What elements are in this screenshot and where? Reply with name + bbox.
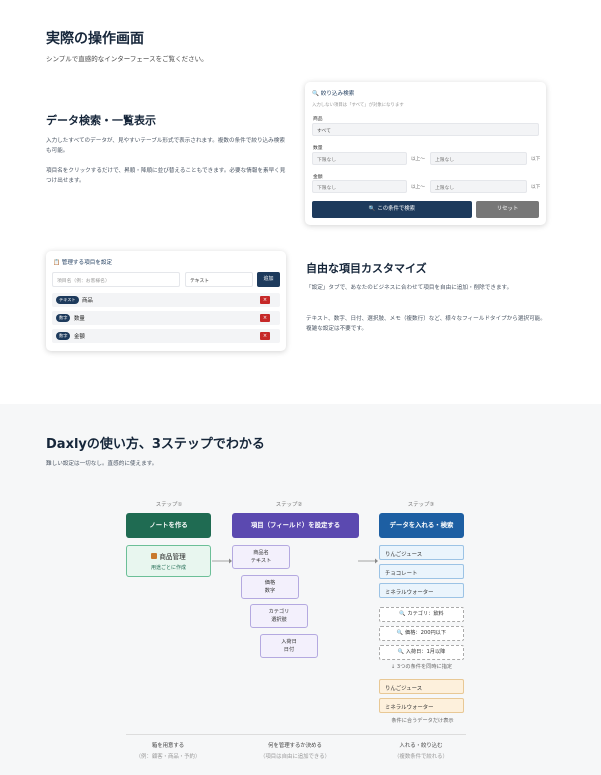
filter-card-note: 入力しない項目は「すべて」が対象になります — [312, 103, 404, 108]
field-row-name: 商品 — [82, 298, 93, 304]
page-subtitle: シンプルで直感的なインターフェースをご覧ください。 — [46, 55, 208, 63]
result-item: ミネラルウォーター — [379, 698, 464, 713]
field-type-badge: テキスト — [56, 296, 79, 304]
note-card: 商品管理 用途ごとに作成 — [126, 545, 211, 577]
field-name: 入荷日 — [281, 639, 297, 645]
field-name: 商品名 — [253, 550, 269, 556]
field-row-name: 数量 — [74, 316, 85, 322]
footer-step-1: 箱を用意する （例：顧客・商品・予約） — [108, 741, 228, 763]
box-icon — [151, 553, 158, 559]
amount-max-input[interactable]: 上限なし — [430, 180, 527, 193]
note-card-title: 商品管理 — [159, 553, 186, 561]
delete-field-button[interactable]: × — [260, 314, 270, 322]
field-card-title: 📋 管理する項目を設定 — [53, 260, 113, 266]
field-type-badge: 数字 — [56, 314, 71, 322]
field-row-name: 金額 — [74, 334, 85, 340]
step-2-box: 項目（フィールド）を設定する — [232, 513, 359, 538]
filter-chip: 🔍 カテゴリ：飲料 — [379, 607, 464, 622]
field-settings-card: 📋 管理する項目を設定 項目名（例：お客様名） テキスト 追加 テキスト 商品 × 数… — [46, 251, 286, 351]
product-select[interactable]: すべて — [312, 123, 539, 136]
qty-max-input[interactable]: 上限なし — [430, 152, 527, 165]
footer-step-3: 入れる・絞り込む （複数条件で絞れる） — [361, 741, 481, 763]
field-name-input[interactable]: 項目名（例：お客様名） — [52, 272, 180, 287]
custom-section-text-2: テキスト、数字、日付、選択肢、メモ（複数行）など、様々なフィールドタイプから選択… — [306, 316, 546, 332]
field-row: 数字 数量 × — [52, 311, 280, 325]
field-type-badge: 数字 — [56, 332, 71, 340]
field-type-select[interactable]: テキスト — [185, 272, 253, 287]
search-section-text-2: 項目名をクリックするだけで、昇順・降順に並び替えることもできます。必要な情報を素… — [46, 168, 286, 184]
filter-card: 🔍 絞り込み検索 入力しない項目は「すべて」が対象になります 商品 すべて 数量… — [305, 82, 546, 225]
search-section-title: データ検索・一覧表示 — [46, 114, 156, 127]
field-name: 価格 — [264, 580, 276, 586]
footer-step-2-main: 何を管理するか決める — [268, 743, 322, 749]
field-box: 価格 数字 — [241, 575, 299, 599]
qty-to-text: 以下 — [531, 157, 541, 162]
delete-field-button[interactable]: × — [260, 296, 270, 304]
footer-step-1-sub: （例：顧客・商品・予約） — [135, 754, 201, 760]
footer-step-3-sub: （複数条件で絞れる） — [394, 754, 448, 760]
field-box: 商品名 テキスト — [232, 545, 290, 569]
divider — [126, 734, 466, 735]
note-card-sub: 用途ごとに作成 — [150, 565, 186, 571]
qty-from-text: 以上〜 — [411, 157, 425, 162]
filter-note: ↓ 3つの条件を同時に指定 — [390, 664, 453, 670]
search-button[interactable]: 🔍 この条件で検索 — [312, 201, 472, 218]
delete-field-button[interactable]: × — [260, 332, 270, 340]
step-3-label: ステップ③ — [407, 502, 435, 508]
field-row: 数字 金額 × — [52, 329, 280, 343]
data-item: チョコレート — [379, 564, 464, 579]
custom-section-title: 自由な項目カスタマイズ — [306, 262, 427, 275]
data-item: りんごジュース — [379, 545, 464, 560]
page-title: 実際の操作画面 — [46, 31, 144, 47]
field-type: テキスト — [250, 558, 272, 564]
field-box: 入荷日 日付 — [260, 634, 318, 658]
filter-chip: 🔍 入荷日：1月以降 — [379, 645, 464, 660]
footer-step-2-sub: （項目は自由に追加できる） — [260, 754, 330, 760]
arrow-icon — [358, 558, 378, 564]
add-field-button[interactable]: 追加 — [257, 272, 280, 287]
field-type: 選択肢 — [271, 617, 287, 623]
step-2-label: ステップ② — [275, 502, 303, 508]
steps-section-subtitle: 難しい設定は一切なし。直感的に使えます。 — [46, 461, 158, 467]
page: 実際の操作画面 シンプルで直感的なインターフェースをご覧ください。 データ検索・… — [0, 0, 601, 775]
footer-step-2: 何を管理するか決める （項目は自由に追加できる） — [235, 741, 355, 763]
steps-section-title: Daxlyの使い方、3ステップでわかる — [46, 437, 265, 452]
data-item: ミネラルウォーター — [379, 583, 464, 598]
amount-to-text: 以下 — [531, 185, 541, 190]
search-section-text-1: 入力したすべてのデータが、見やすいテーブル形式で表示されます。複数の条件で絞り込… — [46, 138, 285, 154]
field-box: カテゴリ 選択肢 — [250, 604, 308, 628]
footer-step-3-main: 入れる・絞り込む — [399, 743, 443, 749]
amount-from-text: 以上〜 — [411, 185, 425, 190]
filter-card-title: 🔍 絞り込み検索 — [312, 91, 355, 97]
amount-min-input[interactable]: 下限なし — [312, 180, 407, 193]
footer-step-1-main: 箱を用意する — [151, 743, 185, 749]
step-1-box: ノートを作る — [126, 513, 211, 538]
qty-min-input[interactable]: 下限なし — [312, 152, 407, 165]
result-item: りんごジュース — [379, 679, 464, 694]
filter-chip: 🔍 価格：200円以下 — [379, 626, 464, 641]
step-1-label: ステップ① — [155, 502, 183, 508]
field-row: テキスト 商品 × — [52, 293, 280, 307]
reset-button[interactable]: リセット — [476, 201, 539, 218]
step-3-box: データを入れる・検索 — [379, 513, 464, 538]
result-note: 条件に合うデータだけ表示 — [391, 718, 454, 724]
arrow-icon — [212, 558, 232, 564]
amount-label: 金額 — [313, 175, 323, 180]
qty-label: 数量 — [313, 146, 323, 151]
field-name: カテゴリ — [268, 609, 290, 615]
product-label: 商品 — [313, 117, 323, 122]
custom-section-text-1: 「設定」タブで、あなたのビジネスに合わせて項目を自由に追加・削除できます。 — [306, 285, 513, 291]
field-type: 日付 — [283, 647, 295, 653]
field-type: 数字 — [264, 588, 276, 594]
